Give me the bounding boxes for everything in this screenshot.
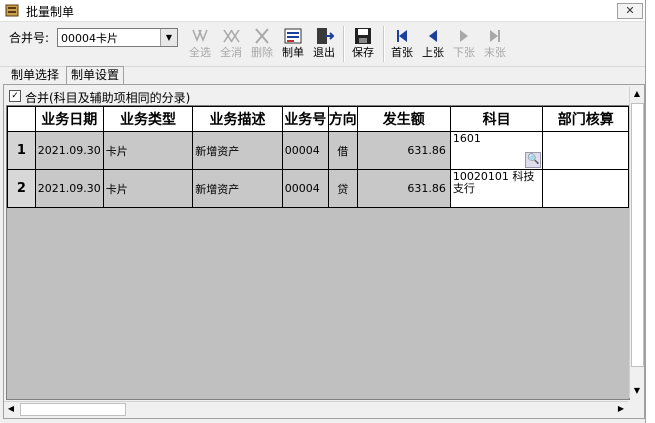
- column-header-date[interactable]: 业务日期: [34, 106, 104, 132]
- magnifier-icon[interactable]: 🔍: [525, 152, 542, 168]
- save-label: 保存: [352, 46, 374, 59]
- title-bar: 批量制单 ✕: [0, 0, 645, 22]
- header-row: 业务日期 业务类型 业务描述 业务号 方向 发生额 科目 部门核算: [7, 106, 629, 132]
- cell-department[interactable]: [542, 131, 629, 170]
- scroll-left-icon[interactable]: ◀: [4, 402, 18, 416]
- column-header-amount[interactable]: 发生额: [356, 106, 451, 132]
- column-header-type[interactable]: 业务类型: [102, 106, 194, 132]
- row-number[interactable]: 2: [7, 169, 36, 208]
- cell-number[interactable]: 00004: [281, 169, 329, 208]
- column-header-subject[interactable]: 科目: [449, 106, 544, 132]
- entry-table: 业务日期 业务类型 业务描述 业务号 方向 发生额 科目 部门核算 1 2021…: [7, 106, 629, 208]
- tab-voucher-settings[interactable]: 制单设置: [66, 66, 125, 85]
- floppy-disk-icon: [355, 28, 371, 44]
- table-row[interactable]: 1 2021.09.30 卡片 新增资产 00004 借 631.86 1601…: [7, 131, 629, 170]
- column-header-department[interactable]: 部门核算: [542, 106, 629, 132]
- tab-strip: 制单选择 制单设置: [0, 66, 645, 85]
- cell-date[interactable]: 2021.09.30: [34, 131, 104, 170]
- cell-direction[interactable]: 贷: [327, 169, 358, 208]
- vertical-scroll-thumb[interactable]: [631, 103, 644, 367]
- cell-amount[interactable]: 631.86: [356, 131, 451, 170]
- horizontal-scroll-thumb[interactable]: [20, 403, 126, 416]
- last-record-button[interactable]: 末张: [480, 24, 510, 64]
- next-record-button[interactable]: 下张: [449, 24, 479, 64]
- horizontal-scrollbar[interactable]: ◀ ▶: [4, 401, 628, 416]
- first-record-icon: [397, 30, 407, 42]
- row-number-header: [7, 106, 36, 132]
- delete-x-icon: [255, 28, 269, 44]
- make-voucher-icon: [284, 28, 302, 44]
- table-row[interactable]: 2 2021.09.30 卡片 新增资产 00004 贷 631.86 1002…: [7, 169, 629, 208]
- make-voucher-button[interactable]: 制单: [278, 24, 308, 64]
- cell-type[interactable]: 卡片: [102, 131, 194, 170]
- cell-subject[interactable]: 1601 🔍: [449, 131, 544, 170]
- select-all-label: 全选: [189, 46, 211, 59]
- batch-voucher-window: 批量制单 ✕ 合并号: 00004卡片 ▼ 全选 全消 删除 制单 退出 保存 …: [0, 0, 646, 423]
- first-record-button[interactable]: 首张: [387, 24, 417, 64]
- row-number[interactable]: 1: [7, 131, 36, 170]
- previous-record-icon: [429, 30, 437, 42]
- exit-label: 退出: [313, 46, 335, 59]
- cell-amount[interactable]: 631.86: [356, 169, 451, 208]
- app-icon: [5, 4, 19, 17]
- scroll-down-icon[interactable]: ▼: [630, 384, 644, 398]
- cell-description[interactable]: 新增资产: [192, 169, 283, 208]
- deselect-all-label: 全消: [220, 46, 242, 59]
- merge-number-select[interactable]: 00004卡片 ▼: [57, 28, 178, 47]
- toolbar: 合并号: 00004卡片 ▼ 全选 全消 删除 制单 退出 保存 首张 上张 下…: [0, 22, 645, 67]
- column-header-direction[interactable]: 方向: [327, 106, 358, 132]
- exit-door-icon: [317, 28, 335, 44]
- column-header-number[interactable]: 业务号: [281, 106, 329, 132]
- previous-record-label: 上张: [422, 46, 444, 59]
- cell-department[interactable]: [542, 169, 629, 208]
- vertical-scrollbar[interactable]: ▲ ▼: [629, 87, 644, 398]
- cell-direction[interactable]: 借: [327, 131, 358, 170]
- select-all-button[interactable]: 全选: [185, 24, 215, 64]
- merge-number-label: 合并号:: [9, 31, 50, 45]
- merge-checkbox[interactable]: ✓: [9, 90, 21, 102]
- cell-date[interactable]: 2021.09.30: [34, 169, 104, 208]
- merge-checkbox-label: 合并(科目及辅助项相同的分录): [25, 91, 191, 105]
- toolbar-separator: [383, 26, 385, 62]
- deselect-all-button[interactable]: 全消: [216, 24, 246, 64]
- toolbar-separator: [343, 26, 345, 62]
- scroll-up-icon[interactable]: ▲: [630, 87, 644, 101]
- chevron-down-icon[interactable]: ▼: [160, 29, 177, 46]
- scroll-right-icon[interactable]: ▶: [614, 402, 628, 416]
- exit-button[interactable]: 退出: [309, 24, 339, 64]
- first-record-label: 首张: [391, 46, 413, 59]
- last-record-icon: [490, 30, 500, 42]
- window-title: 批量制单: [26, 5, 75, 19]
- tab-voucher-selection[interactable]: 制单选择: [7, 67, 63, 83]
- next-record-label: 下张: [453, 46, 475, 59]
- next-record-icon: [460, 30, 468, 42]
- deselect-all-icon: [223, 29, 240, 43]
- subject-value: 1601: [452, 132, 481, 145]
- close-button[interactable]: ✕: [617, 3, 643, 19]
- make-voucher-label: 制单: [282, 46, 304, 59]
- cell-type[interactable]: 卡片: [102, 169, 194, 208]
- cell-description[interactable]: 新增资产: [192, 131, 283, 170]
- delete-label: 删除: [251, 46, 273, 59]
- entry-grid: 业务日期 业务类型 业务描述 业务号 方向 发生额 科目 部门核算 1 2021…: [6, 105, 630, 400]
- column-header-description[interactable]: 业务描述: [192, 106, 283, 132]
- cell-number[interactable]: 00004: [281, 131, 329, 170]
- merge-number-value: 00004卡片: [61, 32, 118, 45]
- settings-panel: ✓ 合并(科目及辅助项相同的分录) 业务日期 业务类型 业务描述 业务号 方向 …: [3, 84, 645, 419]
- delete-button[interactable]: 删除: [247, 24, 277, 64]
- select-all-icon: [192, 29, 208, 43]
- last-record-label: 末张: [484, 46, 506, 59]
- save-button[interactable]: 保存: [348, 24, 378, 64]
- cell-subject[interactable]: 10020101 科技支行: [449, 169, 544, 208]
- previous-record-button[interactable]: 上张: [418, 24, 448, 64]
